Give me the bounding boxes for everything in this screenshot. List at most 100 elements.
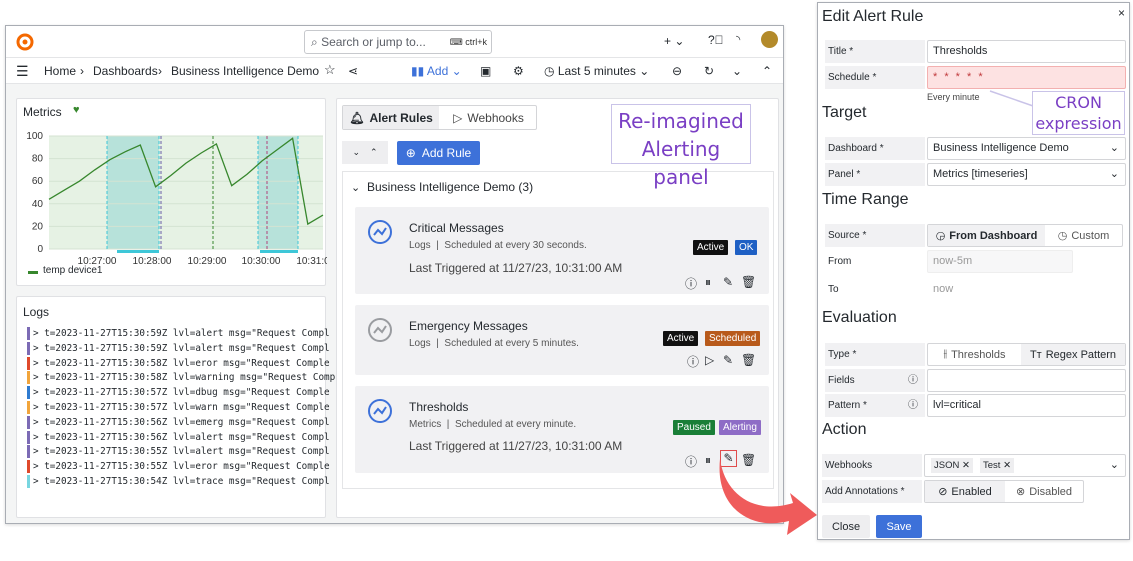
tab-webhooks[interactable]: ▷ Webhooks (441, 106, 536, 129)
info-icon[interactable]: ⓘ (685, 275, 697, 292)
tab-alert-rules[interactable]: 🔔︎ Alert Rules (343, 106, 439, 129)
zoom-out-icon[interactable]: ⊖ (672, 64, 682, 78)
type-toggle: ⫲ Thresholds Tт Regex Pattern (927, 343, 1126, 366)
log-line[interactable]: > t=2023-11-27T15:30:55Z lvl=alert msg="… (27, 445, 330, 459)
info-icon[interactable]: ⓘ (908, 394, 918, 417)
rule-title[interactable]: Critical Messages (409, 221, 504, 235)
nav-bar: ☰ Home › Dashboards › Business Intellige… (6, 58, 783, 84)
save-icon[interactable]: ▣ (480, 64, 491, 78)
dashboard-icon: ◶ (935, 230, 946, 242)
red-arrow-icon (719, 459, 817, 535)
log-line[interactable]: > t=2023-11-27T15:30:56Z lvl=alert msg="… (27, 430, 330, 444)
legend-label[interactable]: temp device1 (43, 265, 102, 276)
info-icon[interactable]: ⓘ (908, 369, 918, 392)
dashboard-label: Dashboard * (825, 137, 925, 160)
rule-title[interactable]: Thresholds (409, 400, 468, 414)
to-input[interactable]: now (927, 278, 1073, 301)
panel-select[interactable]: Metrics [timeseries] ⌄ (927, 163, 1126, 186)
y-tick-label: 0 (37, 244, 43, 255)
info-icon[interactable]: ⓘ (687, 353, 699, 370)
collapse-all-icon[interactable]: ⌃ (370, 147, 378, 158)
pause-icon[interactable]: ⏸︎ (705, 275, 711, 290)
from-input[interactable]: now-5m (927, 250, 1073, 273)
fields-input[interactable] (927, 369, 1126, 392)
expand-collapse-buttons[interactable]: ⌄ ⌃ (342, 141, 388, 164)
log-line[interactable]: > t=2023-11-27T15:30:59Z lvl=alert msg="… (27, 327, 330, 340)
group-chevron-icon[interactable]: ⌄ (351, 181, 360, 194)
dashboard-select[interactable]: Business Intelligence Demo ⌄ (927, 137, 1126, 160)
log-line[interactable]: > t=2023-11-27T15:30:58Z lvl=eror msg="R… (27, 356, 330, 370)
refresh-interval-chevron-icon[interactable]: ⌄ (732, 64, 742, 78)
grafana-logo-icon[interactable] (16, 33, 34, 51)
log-line[interactable]: > t=2023-11-27T15:30:57Z lvl=warn msg="R… (27, 401, 330, 414)
collapse-chevron-icon[interactable]: ⌃ (762, 64, 772, 78)
trash-icon[interactable]: 🗑︎ (741, 275, 756, 289)
save-button[interactable]: Save (876, 515, 922, 538)
y-tick-label: 60 (32, 176, 44, 187)
new-menu-button[interactable]: + ⌄ (664, 34, 684, 48)
add-panel-button[interactable]: ▮▮ Add ⌄ (411, 64, 462, 78)
log-line[interactable]: > t=2023-11-27T15:30:58Z lvl=warning msg… (27, 371, 335, 385)
y-tick-label: 40 (32, 199, 44, 210)
webhooks-select[interactable]: JSON ✕ Test ✕ ⌄ (924, 454, 1126, 477)
log-line[interactable]: > t=2023-11-27T15:30:55Z lvl=eror msg="R… (27, 460, 330, 474)
log-line[interactable]: > t=2023-11-27T15:30:54Z lvl=trace msg="… (27, 475, 330, 488)
source-from-dashboard[interactable]: ◶ From Dashboard (928, 225, 1045, 246)
log-line[interactable]: > t=2023-11-27T15:30:56Z lvl=emerg msg="… (27, 415, 330, 429)
type-thresholds[interactable]: ⫲ Thresholds (928, 344, 1021, 365)
rule-last-triggered: Last Triggered at 11/27/23, 10:31:00 AM (409, 261, 623, 275)
expand-all-icon[interactable]: ⌄ (352, 147, 360, 158)
remove-chip-icon[interactable]: ✕ (1003, 460, 1011, 471)
settings-icon[interactable]: ⚙ (513, 64, 524, 78)
rule-schedule: Metrics | Scheduled at every minute. (409, 419, 577, 430)
breadcrumb-dashboards[interactable]: Dashboards (93, 64, 158, 78)
add-annotations-label: Add Annotations * (822, 480, 922, 503)
help-icon[interactable]: ?⃝ (708, 33, 724, 47)
info-icon[interactable]: ⓘ (685, 453, 697, 470)
play-icon[interactable]: ▷ (705, 353, 714, 367)
menu-icon[interactable]: ☰ (16, 63, 29, 80)
edit-icon[interactable]: ✎ (723, 275, 733, 289)
type-regex-pattern[interactable]: Tт Regex Pattern (1021, 344, 1125, 365)
title-label: Title * (825, 40, 925, 63)
breadcrumb-current: Business Intelligence Demo (171, 64, 320, 78)
rule-card: Emergency Messages Logs | Scheduled at e… (355, 305, 769, 375)
share-icon[interactable]: ⋖ (348, 64, 358, 78)
avatar[interactable] (761, 31, 778, 48)
log-level-bar (27, 445, 30, 459)
add-rule-button[interactable]: ⊕ Add Rule (397, 141, 480, 165)
pattern-input[interactable]: lvl=critical (927, 394, 1126, 417)
rule-group: ⌄ Business Intelligence Demo (3) Critica… (342, 171, 774, 489)
group-title[interactable]: Business Intelligence Demo (3) (367, 180, 533, 194)
remove-chip-icon[interactable]: ✕ (962, 460, 970, 471)
trash-icon[interactable]: 🗑︎ (741, 353, 756, 367)
search-input[interactable]: ⌕ Search or jump to... ⌨ ctrl+k (304, 30, 492, 54)
close-icon[interactable]: × (1118, 6, 1125, 20)
time-picker[interactable]: ◷ Last 5 minutes ⌄ (544, 64, 649, 78)
schedule-input[interactable]: * * * * * (927, 66, 1126, 89)
refresh-icon[interactable]: ↻ (704, 64, 714, 78)
annotations-disabled[interactable]: ⊗ Disabled (1005, 481, 1083, 502)
bell-icon: 🔔︎ (349, 110, 365, 125)
breadcrumb-separator: › (158, 64, 162, 78)
news-icon[interactable]: ◝ (736, 33, 740, 46)
edit-alert-rule-dialog: Edit Alert Rule × Title * Thresholds Sch… (817, 2, 1130, 540)
logs-panel: Logs > t=2023-11-27T15:30:59Z lvl=alert … (16, 296, 335, 518)
star-icon[interactable]: ☆ (324, 62, 336, 78)
log-level-bar (27, 401, 30, 414)
log-line[interactable]: > t=2023-11-27T15:30:57Z lvl=dbug msg="R… (27, 386, 330, 400)
breadcrumb-home[interactable]: Home (44, 64, 76, 78)
annotation-pointer (989, 90, 1037, 108)
pause-icon[interactable]: ⏸︎ (705, 453, 711, 468)
source-custom[interactable]: ◷ Custom (1045, 225, 1122, 246)
chart-status-icon (368, 220, 392, 244)
annotations-enabled[interactable]: ⊘ Enabled (925, 481, 1005, 502)
edit-icon[interactable]: ✎ (723, 353, 733, 367)
log-level-bar (27, 341, 30, 355)
log-level-bar (27, 356, 30, 370)
rule-title[interactable]: Emergency Messages (409, 319, 528, 333)
y-tick-label: 100 (26, 131, 43, 142)
close-button[interactable]: Close (822, 515, 870, 538)
log-line[interactable]: > t=2023-11-27T15:30:59Z lvl=alert msg="… (27, 341, 330, 355)
title-input[interactable]: Thresholds (927, 40, 1126, 63)
